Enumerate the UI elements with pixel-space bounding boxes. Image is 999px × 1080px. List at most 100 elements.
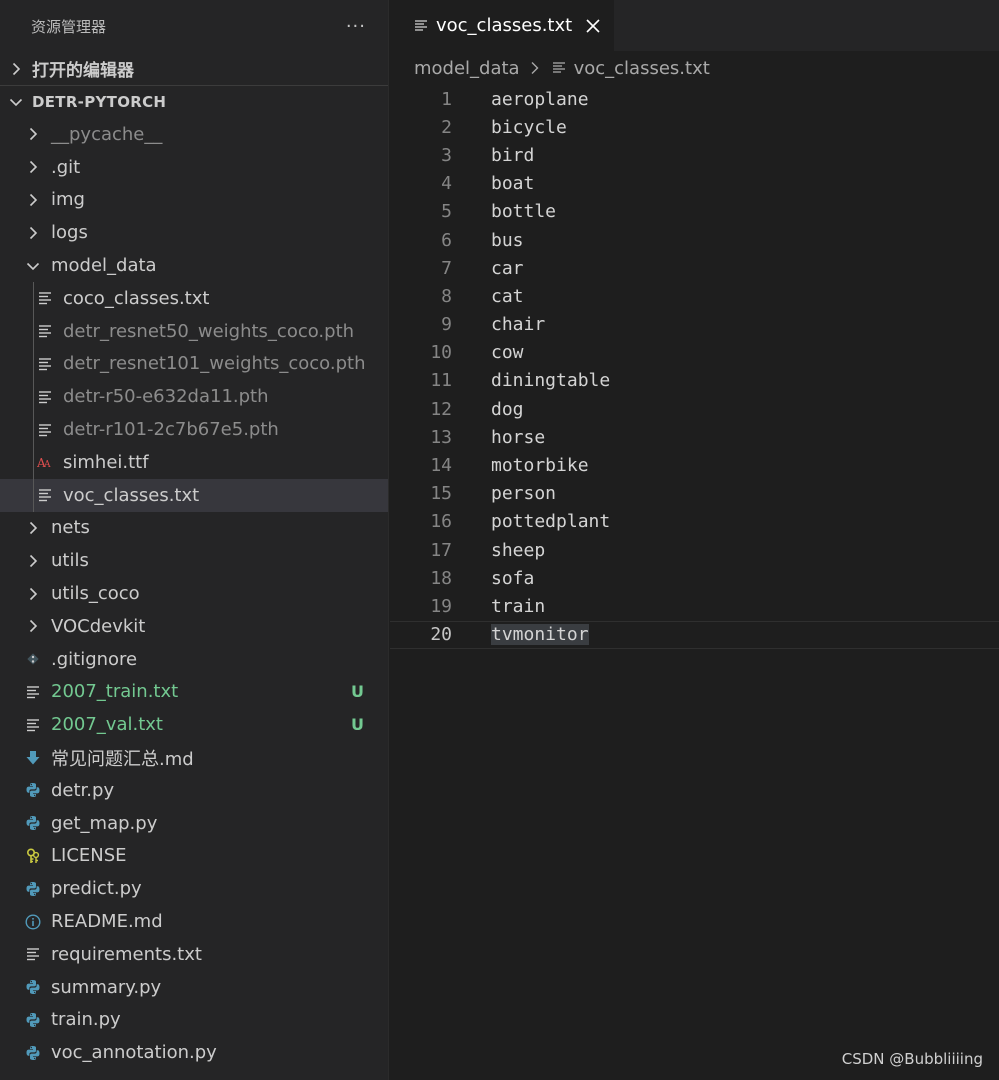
watermark: CSDN @Bubbliiiing <box>841 1050 983 1068</box>
tree-folder-nets[interactable]: nets <box>0 512 388 545</box>
tree-item-label: voc_annotation.py <box>51 1042 217 1064</box>
line-text: cat <box>491 285 524 307</box>
line-number: 18 <box>430 567 452 589</box>
code-line[interactable]: 7 car <box>390 254 999 282</box>
tree-file-readme-md[interactable]: README.md <box>0 905 388 938</box>
tree-folder-img[interactable]: img <box>0 184 388 217</box>
chevron-right-icon <box>8 61 24 77</box>
tree-file-license[interactable]: LICENSE <box>0 840 388 873</box>
code-line[interactable]: 11 diningtable <box>390 367 999 395</box>
line-text: bird <box>491 144 535 166</box>
tree-folder-git[interactable]: .git <box>0 151 388 184</box>
tree-folder-model-data[interactable]: model_data <box>0 249 388 282</box>
python-icon <box>25 979 41 995</box>
code-editor[interactable]: 1 aeroplane 2 bicycle 3 bird 4 boat 5 bottle 6 bus 7… <box>390 85 999 649</box>
code-line[interactable]: 13 horse <box>390 423 999 451</box>
tree-file-detr-resnet50-weights-coco-pth[interactable]: detr_resnet50_weights_coco.pth <box>0 315 388 348</box>
tree-folder-pycache[interactable]: __pycache__ <box>0 118 388 151</box>
line-number: 6 <box>441 229 452 251</box>
tree-folder-utils[interactable]: utils <box>0 544 388 577</box>
tree-file-voc-classes-txt[interactable]: voc_classes.txt <box>0 478 388 512</box>
line-number: 7 <box>441 257 452 279</box>
line-text: tvmonitor <box>491 624 589 646</box>
tree-file-2007-train-txt[interactable]: 2007_train.txt U <box>0 676 388 709</box>
close-icon[interactable] <box>584 17 602 35</box>
tree-file-gitignore[interactable]: .gitignore <box>0 643 388 676</box>
code-line[interactable]: 9 chair <box>390 311 999 339</box>
code-line[interactable]: 4 boat <box>390 170 999 198</box>
code-line[interactable]: 16 pottedplant <box>390 508 999 536</box>
tree-file-detr-py[interactable]: detr.py <box>0 774 388 807</box>
code-line[interactable]: 20 tvmonitor <box>390 620 999 649</box>
line-number: 13 <box>430 426 452 448</box>
sidebar-header: 资源管理器 ··· <box>0 0 388 52</box>
tree-file-get-map-py[interactable]: get_map.py <box>0 807 388 840</box>
python-icon <box>25 815 41 831</box>
chevron-right-icon <box>25 126 41 142</box>
line-number: 20 <box>430 624 452 646</box>
code-line[interactable]: 15 person <box>390 480 999 508</box>
breadcrumb-folder[interactable]: model_data <box>414 58 520 79</box>
code-line[interactable]: 1 aeroplane <box>390 85 999 113</box>
code-line[interactable]: 12 dog <box>390 395 999 423</box>
tree-file-voc-annotation-py[interactable]: voc_annotation.py <box>0 1036 388 1069</box>
code-line[interactable]: 10 cow <box>390 339 999 367</box>
sidebar-title: 资源管理器 <box>31 17 107 36</box>
code-line[interactable]: 3 bird <box>390 141 999 169</box>
line-number: 12 <box>430 398 452 420</box>
line-number: 14 <box>430 455 452 477</box>
tree-item-label: logs <box>51 222 88 244</box>
more-actions-icon[interactable]: ··· <box>346 16 366 37</box>
tree-file-md[interactable]: 常见问题汇总.md <box>0 741 388 774</box>
line-number: 11 <box>430 370 452 392</box>
code-line[interactable]: 2 bicycle <box>390 113 999 141</box>
markdown-download-icon <box>25 750 41 766</box>
code-line[interactable]: 8 cat <box>390 282 999 310</box>
tree-item-label: model_data <box>51 255 157 277</box>
tab-bar: voc_classes.txt <box>390 0 999 51</box>
text-file-icon <box>25 684 41 700</box>
tree-item-label: simhei.ttf <box>63 451 149 473</box>
tree-folder-vocdevkit[interactable]: VOCdevkit <box>0 610 388 643</box>
tree-file-predict-py[interactable]: predict.py <box>0 872 388 905</box>
text-file-icon <box>37 290 53 306</box>
breadcrumb-file[interactable]: voc_classes.txt <box>574 58 710 79</box>
tree-folder-logs[interactable]: logs <box>0 216 388 249</box>
tree-item-label: nets <box>51 517 90 539</box>
tree-item-label: predict.py <box>51 878 142 900</box>
code-line[interactable]: 19 train <box>390 592 999 620</box>
code-line[interactable]: 14 motorbike <box>390 451 999 479</box>
code-line[interactable]: 6 bus <box>390 226 999 254</box>
line-number: 17 <box>430 539 452 561</box>
tree-file-simhei-ttf[interactable]: A A simhei.ttf <box>0 446 388 479</box>
code-line[interactable]: 17 sheep <box>390 536 999 564</box>
indent-guide <box>33 282 34 512</box>
line-text: diningtable <box>491 370 611 392</box>
tree-item-label: utils <box>51 550 89 572</box>
tree-item-label: LICENSE <box>51 845 127 867</box>
open-editors-section[interactable]: 打开的编辑器 <box>0 52 388 85</box>
tree-file-2007-val-txt[interactable]: 2007_val.txt U <box>0 708 388 741</box>
tree-file-detr-r101-2c7b67e5-pth[interactable]: detr-r101-2c7b67e5.pth <box>0 413 388 446</box>
text-file-icon <box>37 487 53 503</box>
tree-item-label: detr_resnet101_weights_coco.pth <box>63 353 366 375</box>
tree-item-label: img <box>51 189 85 211</box>
tree-file-train-py[interactable]: train.py <box>0 1004 388 1037</box>
code-line[interactable]: 18 sofa <box>390 564 999 592</box>
tab-voc-classes[interactable]: voc_classes.txt <box>390 0 615 51</box>
line-number: 9 <box>441 314 452 336</box>
tree-file-coco-classes-txt[interactable]: coco_classes.txt <box>0 282 388 315</box>
tab-label: voc_classes.txt <box>436 15 573 36</box>
tree-file-detr-resnet101-weights-coco-pth[interactable]: detr_resnet101_weights_coco.pth <box>0 348 388 381</box>
tree-file-detr-r50-e632da11-pth[interactable]: detr-r50-e632da11.pth <box>0 380 388 413</box>
git-status-badge: U <box>351 715 364 735</box>
code-line[interactable]: 5 bottle <box>390 198 999 226</box>
line-number: 8 <box>441 285 452 307</box>
tree-item-label: README.md <box>51 911 163 933</box>
tree-folder-utils-coco[interactable]: utils_coco <box>0 577 388 610</box>
tree-file-requirements-txt[interactable]: requirements.txt <box>0 938 388 971</box>
project-section[interactable]: DETR-PYTORCH <box>0 85 388 118</box>
text-file-icon <box>37 422 53 438</box>
chevron-right-icon <box>25 618 41 634</box>
tree-file-summary-py[interactable]: summary.py <box>0 971 388 1004</box>
